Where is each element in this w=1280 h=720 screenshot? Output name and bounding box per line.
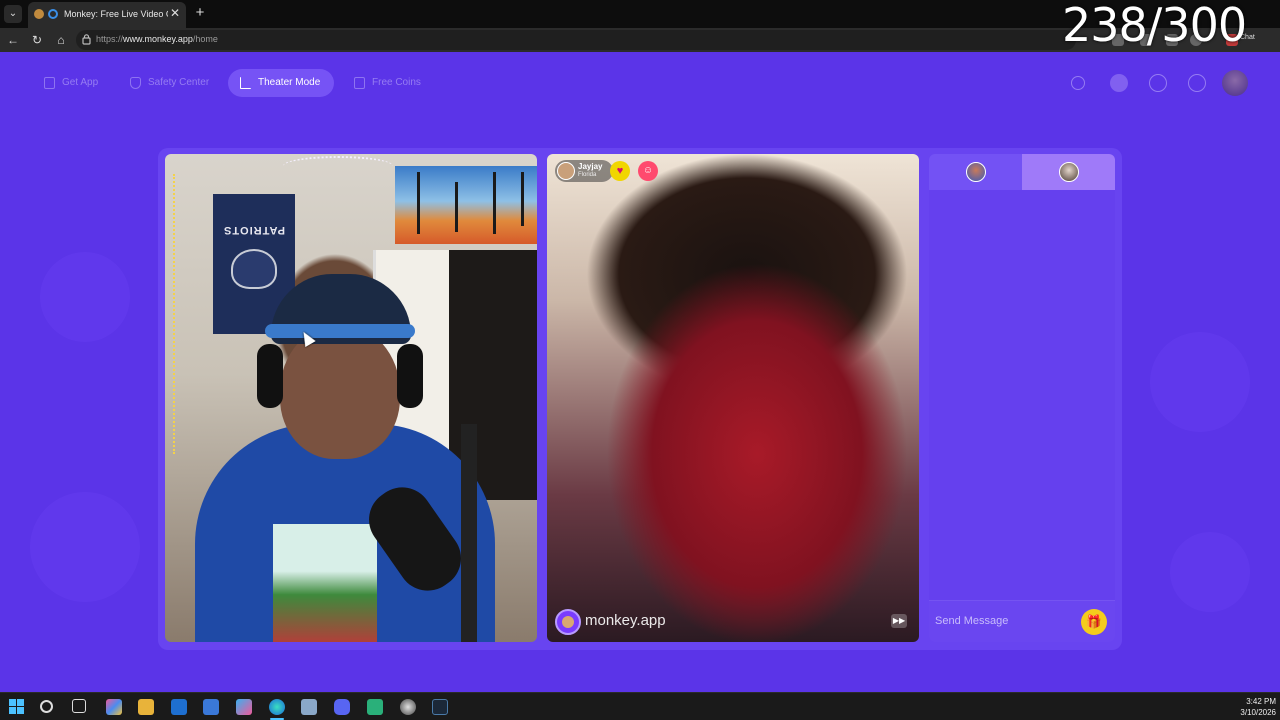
browser-tab[interactable]: Monkey: Free Live Video Chat ✕ <box>28 2 186 28</box>
palm-tree <box>455 182 458 232</box>
local-video: PATRIOTS <box>165 154 537 642</box>
nav-free-coins[interactable]: Free Coins <box>342 69 432 97</box>
beach-painting <box>395 166 537 244</box>
chat-tab-self[interactable] <box>1022 154 1115 190</box>
expand-icon <box>240 77 251 89</box>
chat-panel: 🎁 <box>929 154 1115 642</box>
discord-icon[interactable] <box>334 699 350 715</box>
remote-user-avatar <box>557 162 575 180</box>
gift-icon[interactable]: 🎁 <box>1081 609 1107 635</box>
remote-user-chip[interactable]: Jayjay Florida <box>555 160 613 182</box>
reload-icon[interactable]: ↻ <box>28 31 46 49</box>
remote-user-location: Florida <box>578 172 597 178</box>
system-clock[interactable]: 3:42 PM 3/10/2026 <box>1230 696 1276 718</box>
profile-avatar-icon[interactable] <box>1222 70 1248 96</box>
search-icon[interactable] <box>1071 76 1085 90</box>
message-composer: 🎁 <box>929 600 1115 642</box>
heart-icon[interactable]: ♥ <box>610 161 630 181</box>
back-arrow-icon[interactable]: ← <box>4 31 22 49</box>
coin-avatar-icon[interactable] <box>1110 74 1128 92</box>
start-logo-tile <box>17 699 24 706</box>
monkey-face <box>562 616 574 628</box>
self-avatar <box>1059 162 1079 182</box>
nav-free-coins-label: Free Coins <box>372 77 421 88</box>
windows-taskbar: 3:42 PM 3/10/2026 <box>0 692 1280 720</box>
palm-tree <box>493 172 496 234</box>
add-friend-icon[interactable]: ☺ <box>638 161 658 181</box>
remote-user-name: Jayjay <box>578 162 603 171</box>
tab-title: Monkey: Free Live Video Chat <box>64 9 168 19</box>
tab-list-chevron-icon[interactable]: ⌄ <box>4 5 22 23</box>
skip-forward-icon[interactable]: ▶▶ <box>891 614 907 628</box>
string-lights <box>283 156 393 176</box>
m365-icon[interactable] <box>236 699 252 715</box>
background-blob <box>1170 532 1250 612</box>
headphone-cup <box>397 344 423 408</box>
phone-icon <box>44 77 55 89</box>
url-prefix: https:// <box>96 34 124 44</box>
nav-theater-mode-label: Theater Mode <box>258 77 321 88</box>
chat-tab-remote-user[interactable] <box>929 154 1022 190</box>
shirt-print <box>273 524 377 642</box>
palm-tree <box>417 172 420 234</box>
new-tab-button[interactable]: + <box>192 5 208 21</box>
store-icon[interactable] <box>203 699 219 715</box>
url-field[interactable]: https://www.monkey.app/home <box>76 30 1076 50</box>
start-logo-tile <box>9 699 16 706</box>
messages-icon[interactable] <box>1188 74 1206 92</box>
steam-icon[interactable] <box>432 699 448 715</box>
mic-stand <box>461 424 477 642</box>
edge-browser-icon[interactable] <box>269 699 285 715</box>
vine-lights <box>173 174 213 454</box>
search-icon[interactable] <box>40 700 53 713</box>
start-logo-tile <box>17 707 24 714</box>
cap-brim <box>265 324 415 338</box>
background-blob <box>30 492 140 602</box>
background-blob <box>1150 332 1250 432</box>
watermark-text: monkey.app <box>585 612 666 629</box>
background-blob <box>40 252 130 342</box>
windows-start-icon[interactable] <box>9 699 25 715</box>
progress-counter: 238/300 <box>1062 0 1247 52</box>
clock-time: 3:42 PM <box>1246 697 1276 706</box>
site-favicon-icon <box>48 9 58 19</box>
lock-icon <box>82 34 91 45</box>
start-logo-tile <box>9 707 16 714</box>
chat-participant-tabs <box>929 154 1115 190</box>
app-icon[interactable] <box>367 699 383 715</box>
url-path: /home <box>192 34 218 44</box>
app-icon[interactable] <box>301 699 317 715</box>
nav-get-app[interactable]: Get App <box>32 69 112 97</box>
tab-close-button[interactable]: ✕ <box>168 6 182 20</box>
person-face <box>280 324 400 459</box>
send-message-input[interactable] <box>935 611 1075 631</box>
copilot-icon[interactable] <box>106 699 122 715</box>
palm-tree <box>521 172 524 226</box>
task-view-icon[interactable] <box>72 699 86 713</box>
coins-icon <box>354 77 365 89</box>
outlook-icon[interactable] <box>171 699 187 715</box>
clock-date: 3/10/2026 <box>1240 708 1276 717</box>
url-text: https://www.monkey.app/home <box>96 34 218 44</box>
profile-favicon-icon <box>34 9 44 19</box>
obs-icon[interactable] <box>400 699 416 715</box>
headphone-cup <box>257 344 283 408</box>
file-explorer-icon[interactable] <box>138 699 154 715</box>
history-icon[interactable] <box>1149 74 1167 92</box>
helmet-graphic <box>231 249 277 289</box>
poster-text: PATRIOTS <box>223 224 285 236</box>
remote-user-avatar <box>966 162 986 182</box>
nav-safety-center-label: Safety Center <box>148 77 210 88</box>
monkey-logo-icon <box>555 609 581 635</box>
nav-theater-mode[interactable]: Theater Mode <box>228 69 334 97</box>
shield-icon <box>130 77 141 89</box>
home-icon[interactable]: ⌂ <box>52 31 70 49</box>
url-domain: www.monkey.app <box>123 34 193 44</box>
nav-get-app-label: Get App <box>62 77 99 88</box>
nav-safety-center[interactable]: Safety Center <box>118 69 224 97</box>
remote-video: Jayjay Florida ♥ ☺ monkey.app ▶▶ <box>547 154 919 642</box>
